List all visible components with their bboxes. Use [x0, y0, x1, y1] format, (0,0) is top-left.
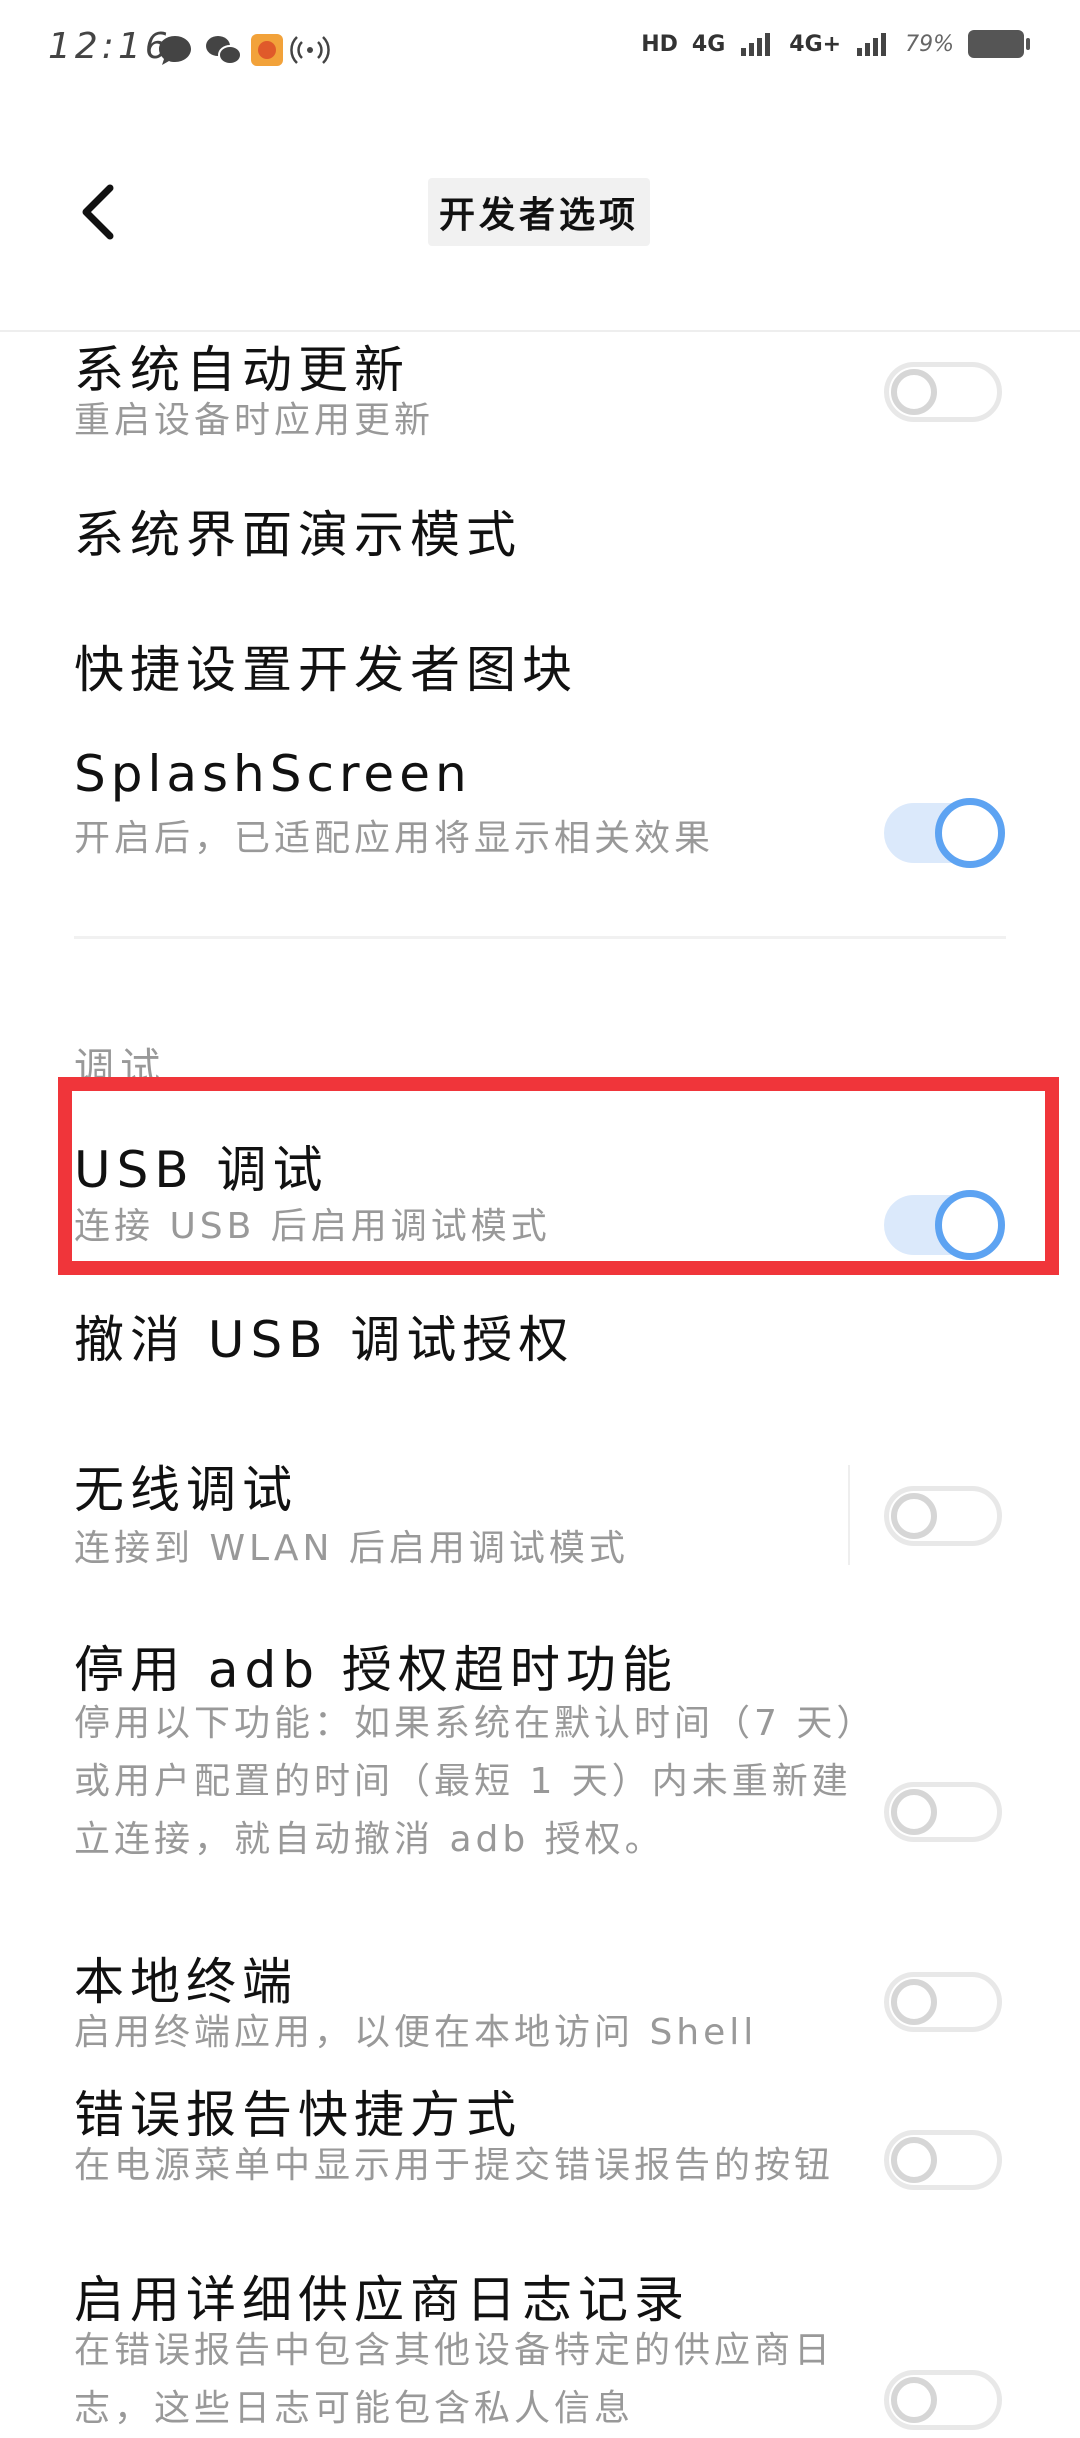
setting-subtitle: 在电源菜单中显示用于提交错误报告的按钮: [74, 2145, 835, 2186]
back-arrow-icon[interactable]: [70, 182, 130, 242]
setting-usb-debugging[interactable]: USB 调试 连接 USB 后启用调试模式: [0, 1130, 1080, 1270]
app-notification-icon: [251, 34, 283, 66]
setting-title: SplashScreen: [74, 745, 472, 803]
setting-system-auto-update[interactable]: 系统自动更新 重启设备时应用更新: [0, 330, 1080, 460]
wireless-debugging-toggle[interactable]: [884, 1486, 1002, 1546]
toggle-knob: [891, 2377, 937, 2423]
setting-local-terminal[interactable]: 本地终端 启用终端应用，以便在本地访问 Shell: [0, 1942, 1080, 2062]
setting-quick-settings-tiles[interactable]: 快捷设置开发者图块: [0, 630, 1080, 720]
status-time: 12:16: [48, 26, 172, 67]
setting-subtitle: 重启设备时应用更新: [74, 400, 435, 441]
usb-debugging-toggle[interactable]: [884, 1190, 1005, 1260]
setting-subtitle: 开启后，已适配应用将显示相关效果: [74, 818, 715, 859]
message-icon: [159, 36, 191, 65]
page-title: 开发者选项: [438, 195, 639, 236]
hd-label: HD: [641, 31, 678, 57]
toggle-knob: [891, 1789, 937, 1835]
toggle-knob: [935, 798, 1005, 868]
toggle-knob: [891, 2137, 937, 2183]
setting-subtitle: 连接 USB 后启用调试模式: [74, 1206, 551, 1247]
setting-title: 无线调试: [74, 1461, 298, 1519]
setting-disable-adb-timeout[interactable]: 停用 adb 授权超时功能 停用以下功能：如果系统在默认时间（7 天）或用户配置…: [0, 1630, 1080, 1930]
signal-icon-2: [857, 33, 887, 56]
wechat-icon: [206, 36, 242, 65]
setting-revoke-usb-auth[interactable]: 撤消 USB 调试授权: [0, 1300, 1080, 1390]
toggle-knob: [935, 1190, 1005, 1260]
setting-subtitle: 连接到 WLAN 后启用调试模式: [74, 1528, 629, 1569]
network-4g-plus-label: 4G+: [789, 31, 842, 57]
toggle-knob: [891, 1493, 937, 1539]
setting-subtitle: 停用以下功能：如果系统在默认时间（7 天）或用户配置的时间（最短 1 天）内未重…: [74, 1703, 859, 1860]
setting-title: 快捷设置开发者图块: [74, 641, 578, 699]
setting-verbose-vendor-logging[interactable]: 启用详细供应商日志记录 在错误报告中包含其他设备特定的供应商日志，这些日志可能包…: [0, 2260, 1080, 2430]
setting-title: USB 调试: [74, 1141, 329, 1199]
setting-title: 撤消 USB 调试授权: [74, 1311, 575, 1369]
battery-percent: 79%: [905, 31, 954, 57]
setting-systemui-demo-mode[interactable]: 系统界面演示模式: [0, 495, 1080, 585]
setting-splash-screen[interactable]: SplashScreen 开启后，已适配应用将显示相关效果: [0, 745, 1080, 875]
hotspot-icon: [290, 36, 330, 64]
setting-subtitle: 启用终端应用，以便在本地访问 Shell: [74, 2012, 758, 2053]
setting-wireless-debugging[interactable]: 无线调试 连接到 WLAN 后启用调试模式: [0, 1450, 1080, 1590]
setting-subtitle: 在错误报告中包含其他设备特定的供应商日志，这些日志可能包含私人信息: [74, 2330, 835, 2429]
setting-title: 系统界面演示模式: [74, 506, 522, 564]
local-terminal-toggle[interactable]: [884, 1972, 1002, 2032]
bug-report-shortcut-toggle[interactable]: [884, 2130, 1002, 2190]
splash-screen-toggle[interactable]: [884, 798, 1005, 868]
toggle-knob: [891, 369, 937, 415]
verbose-vendor-logging-toggle[interactable]: [884, 2370, 1002, 2430]
battery-icon: [968, 30, 1030, 58]
section-header-debug: 调试: [74, 1045, 166, 1091]
status-bar: 12:16 HD 4G 4G+ 79%: [0, 0, 1080, 100]
system-auto-update-toggle[interactable]: [884, 362, 1002, 422]
status-right-group: HD 4G 4G+ 79%: [641, 30, 1030, 58]
setting-title: 停用 adb 授权超时功能: [74, 1641, 678, 1699]
page-title-container: 开发者选项: [428, 178, 650, 246]
section-divider: [74, 936, 1006, 939]
toggle-knob: [891, 1979, 937, 2025]
toggle-separator: [848, 1465, 850, 1565]
disable-adb-timeout-toggle[interactable]: [884, 1782, 1002, 1842]
signal-icon: [741, 33, 771, 56]
network-4g-label: 4G: [691, 31, 726, 57]
setting-bug-report-shortcut[interactable]: 错误报告快捷方式 在电源菜单中显示用于提交错误报告的按钮: [0, 2075, 1080, 2245]
